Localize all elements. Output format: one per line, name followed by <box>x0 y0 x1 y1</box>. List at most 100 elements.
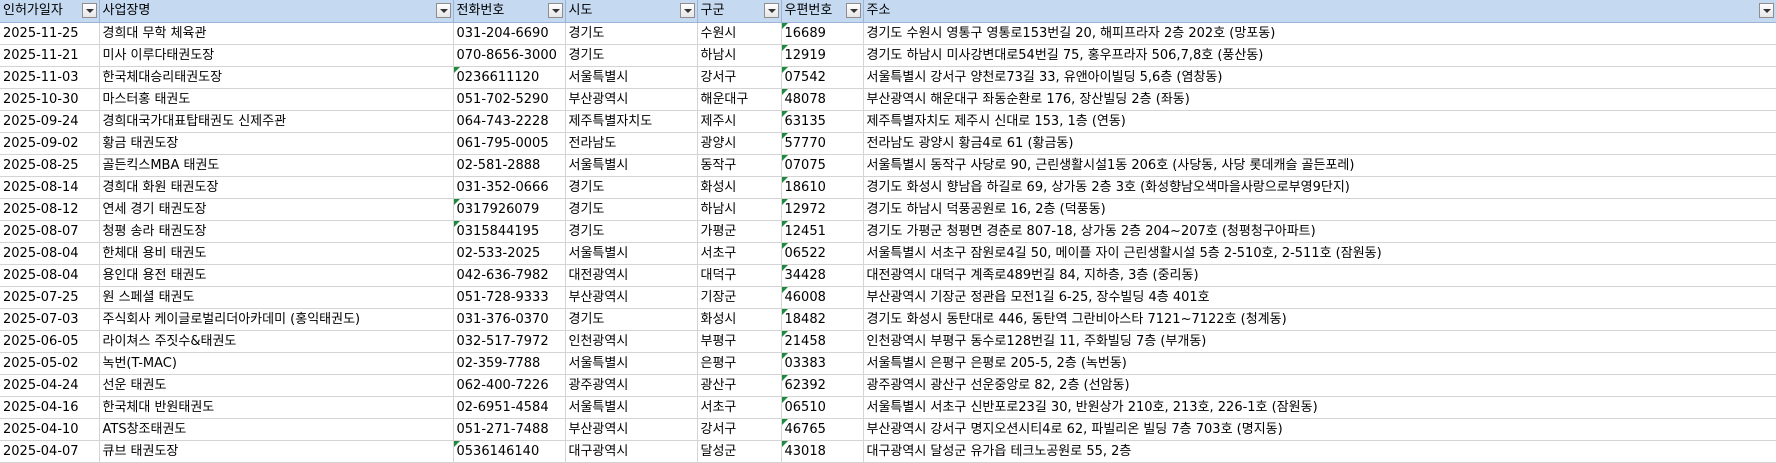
cell-date[interactable]: 2025-11-21 <box>0 44 100 67</box>
header-cell-gugun[interactable]: 구군 <box>697 0 782 23</box>
cell-address[interactable]: 서울특별시 강서구 양천로73길 33, 유앤아이빌딩 5,6층 (염창동) <box>863 66 1776 89</box>
header-cell-sido[interactable]: 시도 <box>565 0 698 23</box>
cell-name[interactable]: 녹번(T-MAC) <box>99 352 454 375</box>
cell-phone[interactable]: 042-636-7982 <box>453 264 566 287</box>
cell-name[interactable]: 황금 태권도장 <box>99 132 454 155</box>
cell-name[interactable]: 큐브 태권도장 <box>99 440 454 463</box>
cell-date[interactable]: 2025-08-14 <box>0 176 100 199</box>
cell-address[interactable]: 대구광역시 달성군 유가읍 테크노공원로 55, 2층 <box>863 440 1776 463</box>
cell-address[interactable]: 경기도 수원시 영통구 영통로153번길 20, 해피프라자 2층 202호 (… <box>863 22 1776 45</box>
cell-gugun[interactable]: 광양시 <box>697 132 782 155</box>
cell-gugun[interactable]: 강서구 <box>697 66 782 89</box>
cell-gugun[interactable]: 서초구 <box>697 396 782 419</box>
cell-address[interactable]: 서울특별시 은평구 은평로 205-5, 2층 (녹번동) <box>863 352 1776 375</box>
cell-date[interactable]: 2025-08-04 <box>0 264 100 287</box>
cell-phone[interactable]: 070-8656-3000 <box>453 44 566 67</box>
filter-dropdown-icon[interactable] <box>845 3 861 18</box>
cell-date[interactable]: 2025-04-24 <box>0 374 100 397</box>
filter-dropdown-icon[interactable] <box>763 3 779 18</box>
cell-zip[interactable]: 63135 <box>781 110 864 133</box>
cell-gugun[interactable]: 하남시 <box>697 44 782 67</box>
cell-gugun[interactable]: 제주시 <box>697 110 782 133</box>
cell-zip[interactable]: 21458 <box>781 330 864 353</box>
cell-phone[interactable]: 032-517-7972 <box>453 330 566 353</box>
cell-zip[interactable]: 07542 <box>781 66 864 89</box>
cell-phone[interactable]: 0317926079 <box>453 198 566 221</box>
cell-zip[interactable]: 18482 <box>781 308 864 331</box>
cell-sido[interactable]: 부산광역시 <box>565 88 698 111</box>
cell-name[interactable]: 라이쳐스 주짓수&태권도 <box>99 330 454 353</box>
cell-date[interactable]: 2025-11-03 <box>0 66 100 89</box>
cell-gugun[interactable]: 해운대구 <box>697 88 782 111</box>
cell-address[interactable]: 경기도 화성시 향남읍 하길로 69, 상가동 2층 3호 (화성향남오색마을사… <box>863 176 1776 199</box>
cell-name[interactable]: 경희대 무학 체육관 <box>99 22 454 45</box>
cell-address[interactable]: 대전광역시 대덕구 계족로489번길 84, 지하층, 3층 (중리동) <box>863 264 1776 287</box>
cell-zip[interactable]: 34428 <box>781 264 864 287</box>
cell-phone[interactable]: 02-359-7788 <box>453 352 566 375</box>
cell-address[interactable]: 광주광역시 광산구 선운중앙로 82, 2층 (선암동) <box>863 374 1776 397</box>
cell-name[interactable]: 선운 태권도 <box>99 374 454 397</box>
cell-name[interactable]: 한국체대 반원태권도 <box>99 396 454 419</box>
cell-gugun[interactable]: 동작구 <box>697 154 782 177</box>
cell-name[interactable]: 청평 송라 태권도장 <box>99 220 454 243</box>
cell-phone[interactable]: 064-743-2228 <box>453 110 566 133</box>
cell-sido[interactable]: 서울특별시 <box>565 352 698 375</box>
cell-address[interactable]: 경기도 화성시 동탄대로 446, 동탄역 그란비아스타 7121~7122호 … <box>863 308 1776 331</box>
cell-zip[interactable]: 12919 <box>781 44 864 67</box>
cell-gugun[interactable]: 강서구 <box>697 418 782 441</box>
cell-zip[interactable]: 06522 <box>781 242 864 265</box>
cell-sido[interactable]: 서울특별시 <box>565 396 698 419</box>
header-cell-date[interactable]: 인허가일자 <box>0 0 100 23</box>
cell-phone[interactable]: 02-533-2025 <box>453 242 566 265</box>
header-cell-address[interactable]: 주소 <box>863 0 1776 23</box>
cell-zip[interactable]: 06510 <box>781 396 864 419</box>
header-cell-phone[interactable]: 전화번호 <box>453 0 566 23</box>
filter-dropdown-icon[interactable] <box>1758 3 1774 18</box>
cell-name[interactable]: 주식회사 케이글로벌리더아카데미 (홍익태권도) <box>99 308 454 331</box>
cell-gugun[interactable]: 은평구 <box>697 352 782 375</box>
cell-name[interactable]: 연세 경기 태권도장 <box>99 198 454 221</box>
cell-gugun[interactable]: 서초구 <box>697 242 782 265</box>
cell-name[interactable]: 한체대 용비 태권도 <box>99 242 454 265</box>
cell-address[interactable]: 서울특별시 서초구 잠원로4길 50, 메이플 자이 근린생활시설 5층 2-5… <box>863 242 1776 265</box>
cell-zip[interactable]: 12972 <box>781 198 864 221</box>
cell-sido[interactable]: 경기도 <box>565 198 698 221</box>
cell-gugun[interactable]: 수원시 <box>697 22 782 45</box>
cell-sido[interactable]: 경기도 <box>565 22 698 45</box>
cell-address[interactable]: 부산광역시 강서구 명지오션시티4로 62, 파빌리온 빌딩 7층 703호 (… <box>863 418 1776 441</box>
cell-date[interactable]: 2025-04-16 <box>0 396 100 419</box>
cell-gugun[interactable]: 광산구 <box>697 374 782 397</box>
cell-address[interactable]: 서울특별시 동작구 사당로 90, 근린생활시설1동 206호 (사당동, 사당… <box>863 154 1776 177</box>
cell-date[interactable]: 2025-04-07 <box>0 440 100 463</box>
cell-sido[interactable]: 부산광역시 <box>565 418 698 441</box>
cell-name[interactable]: ATS창조태권도 <box>99 418 454 441</box>
cell-sido[interactable]: 경기도 <box>565 220 698 243</box>
cell-phone[interactable]: 0536146140 <box>453 440 566 463</box>
cell-date[interactable]: 2025-06-05 <box>0 330 100 353</box>
cell-name[interactable]: 골든킥스MBA 태권도 <box>99 154 454 177</box>
cell-name[interactable]: 미사 이루다태권도장 <box>99 44 454 67</box>
cell-gugun[interactable]: 화성시 <box>697 176 782 199</box>
cell-date[interactable]: 2025-04-10 <box>0 418 100 441</box>
cell-date[interactable]: 2025-09-24 <box>0 110 100 133</box>
cell-phone[interactable]: 0236611120 <box>453 66 566 89</box>
filter-dropdown-icon[interactable] <box>679 3 695 18</box>
cell-sido[interactable]: 경기도 <box>565 44 698 67</box>
cell-address[interactable]: 제주특별자치도 제주시 신대로 153, 1층 (연동) <box>863 110 1776 133</box>
cell-address[interactable]: 경기도 가평군 청평면 경춘로 807-18, 상가동 2층 204~207호 … <box>863 220 1776 243</box>
cell-zip[interactable]: 07075 <box>781 154 864 177</box>
cell-sido[interactable]: 부산광역시 <box>565 286 698 309</box>
cell-name[interactable]: 용인대 용전 태권도 <box>99 264 454 287</box>
cell-sido[interactable]: 대구광역시 <box>565 440 698 463</box>
cell-phone[interactable]: 031-352-0666 <box>453 176 566 199</box>
cell-phone[interactable]: 031-376-0370 <box>453 308 566 331</box>
cell-phone[interactable]: 051-728-9333 <box>453 286 566 309</box>
filter-dropdown-icon[interactable] <box>547 3 563 18</box>
cell-sido[interactable]: 제주특별자치도 <box>565 110 698 133</box>
cell-zip[interactable]: 62392 <box>781 374 864 397</box>
cell-gugun[interactable]: 가평군 <box>697 220 782 243</box>
cell-zip[interactable]: 46765 <box>781 418 864 441</box>
cell-gugun[interactable]: 기장군 <box>697 286 782 309</box>
cell-sido[interactable]: 광주광역시 <box>565 374 698 397</box>
cell-gugun[interactable]: 대덕구 <box>697 264 782 287</box>
